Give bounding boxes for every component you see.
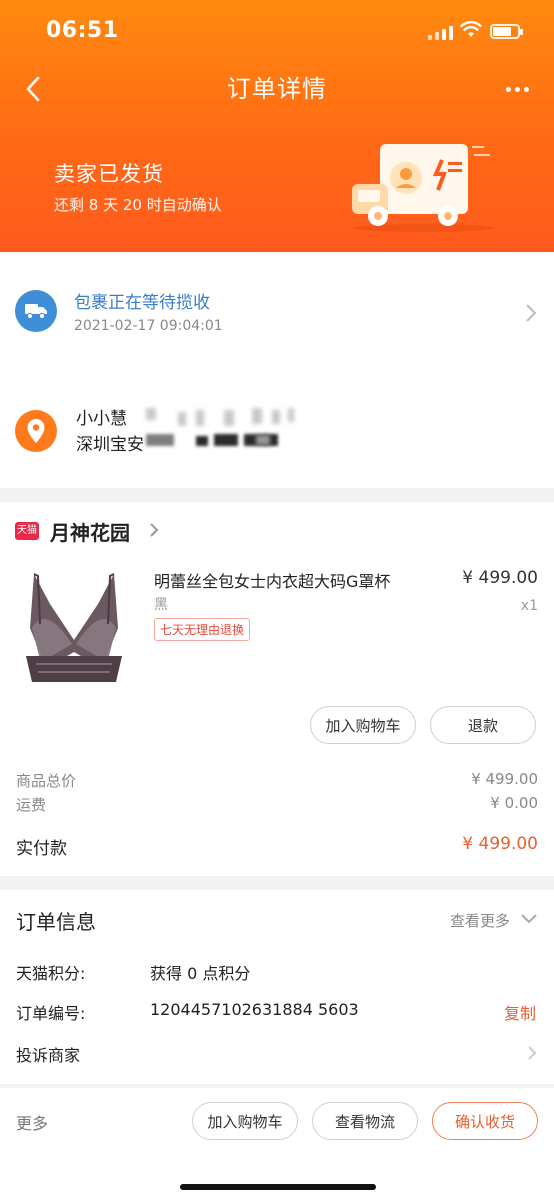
status-bar: 06:51 bbox=[0, 14, 554, 50]
logistics-status[interactable]: 包裹正在等待揽收 bbox=[74, 288, 210, 313]
more-button[interactable]: 更多 bbox=[16, 1110, 48, 1134]
return-policy-tag: 七天无理由退换 bbox=[154, 618, 251, 641]
redacted-phone bbox=[252, 408, 262, 424]
home-indicator[interactable] bbox=[180, 1184, 376, 1190]
order-info-title: 订单信息 bbox=[16, 910, 96, 934]
truck-illustration-icon bbox=[352, 144, 494, 232]
chevron-down-icon[interactable] bbox=[520, 912, 538, 926]
order-header: 06:51 订单详情 卖家已发货 还剩 8 天 20 时自动确认 bbox=[0, 0, 554, 252]
product-variant: 黑 bbox=[154, 597, 168, 613]
product-quantity: x1 bbox=[520, 598, 538, 614]
redacted-address bbox=[214, 434, 238, 446]
paid-value: ¥ 499.00 bbox=[462, 834, 538, 854]
order-number-label: 订单编号: bbox=[16, 1004, 86, 1023]
location-pin-icon bbox=[15, 410, 57, 452]
tmall-icon: 天猫 bbox=[15, 522, 39, 540]
logistics-card[interactable]: 包裹正在等待揽收 2021-02-17 09:04:01 小小慧 深圳宝安 bbox=[0, 252, 554, 488]
redacted-phone bbox=[196, 410, 204, 426]
shipping-fee-row: 运费 ¥ 0.00 bbox=[16, 794, 538, 815]
complain-merchant-label[interactable]: 投诉商家 bbox=[16, 1042, 80, 1066]
chevron-right-icon[interactable] bbox=[524, 302, 538, 324]
more-icon[interactable] bbox=[500, 78, 534, 100]
recipient-address: 深圳宝安 bbox=[76, 435, 144, 455]
redacted-phone bbox=[178, 412, 186, 426]
points-label: 天猫积分: bbox=[16, 964, 86, 983]
shipping-status: 卖家已发货 bbox=[54, 162, 164, 186]
chevron-right-icon[interactable] bbox=[148, 521, 160, 539]
status-time: 06:51 bbox=[46, 18, 119, 43]
shop-name[interactable]: 月神花园 bbox=[50, 517, 130, 546]
redacted-phone bbox=[288, 408, 294, 422]
add-to-cart-button[interactable]: 加入购物车 bbox=[192, 1102, 298, 1140]
paid-total-row: 实付款 ¥ 499.00 bbox=[16, 834, 538, 859]
product-price: ¥ 499.00 bbox=[462, 568, 538, 588]
auto-confirm-countdown: 还剩 8 天 20 时自动确认 bbox=[54, 196, 222, 214]
page-title: 订单详情 bbox=[227, 75, 327, 103]
bottom-action-bar: 更多 加入购物车 查看物流 确认收货 bbox=[0, 1088, 554, 1200]
wifi-icon bbox=[460, 21, 482, 37]
goods-total-label: 商品总价 bbox=[16, 772, 77, 790]
redacted-address bbox=[146, 434, 174, 446]
shop-card: 天猫 月神花园 明蕾丝全包女士内衣超大码G罩杯 ¥ 499.00 黑 x1 七天… bbox=[0, 502, 554, 876]
shipping-fee-label: 运费 bbox=[16, 796, 47, 814]
refund-button[interactable]: 退款 bbox=[430, 706, 536, 744]
goods-total-value: ¥ 499.00 bbox=[471, 770, 538, 788]
logistics-time: 2021-02-17 09:04:01 bbox=[74, 318, 223, 334]
view-logistics-button[interactable]: 查看物流 bbox=[312, 1102, 418, 1140]
points-value: 获得 0 点积分 bbox=[150, 964, 251, 983]
copy-order-number-button[interactable]: 复制 bbox=[504, 1000, 536, 1024]
redacted-address bbox=[196, 436, 208, 446]
battery-icon bbox=[490, 24, 523, 39]
recipient-name: 小小慧 bbox=[76, 409, 127, 429]
signal-icon bbox=[428, 26, 453, 40]
add-to-cart-button[interactable]: 加入购物车 bbox=[310, 706, 416, 744]
confirm-receipt-button[interactable]: 确认收货 bbox=[432, 1102, 538, 1140]
product-title[interactable]: 明蕾丝全包女士内衣超大码G罩杯 bbox=[154, 568, 390, 592]
chevron-right-icon[interactable] bbox=[526, 1044, 538, 1062]
delivery-truck-icon bbox=[15, 290, 57, 332]
paid-label: 实付款 bbox=[16, 839, 67, 859]
redacted-phone bbox=[272, 410, 280, 424]
shipping-fee-value: ¥ 0.00 bbox=[490, 794, 538, 812]
see-more-link[interactable]: 查看更多 bbox=[450, 910, 510, 931]
redacted-phone bbox=[146, 408, 156, 420]
order-info-card: 订单信息 查看更多 天猫积分: 获得 0 点积分 订单编号: 120445710… bbox=[0, 890, 554, 1084]
redacted-phone bbox=[224, 410, 234, 426]
redacted-address bbox=[256, 435, 270, 445]
order-number-value: 1204457102631884 5603 bbox=[150, 1000, 359, 1019]
product-image[interactable] bbox=[16, 564, 132, 694]
goods-total-row: 商品总价 ¥ 499.00 bbox=[16, 770, 538, 791]
